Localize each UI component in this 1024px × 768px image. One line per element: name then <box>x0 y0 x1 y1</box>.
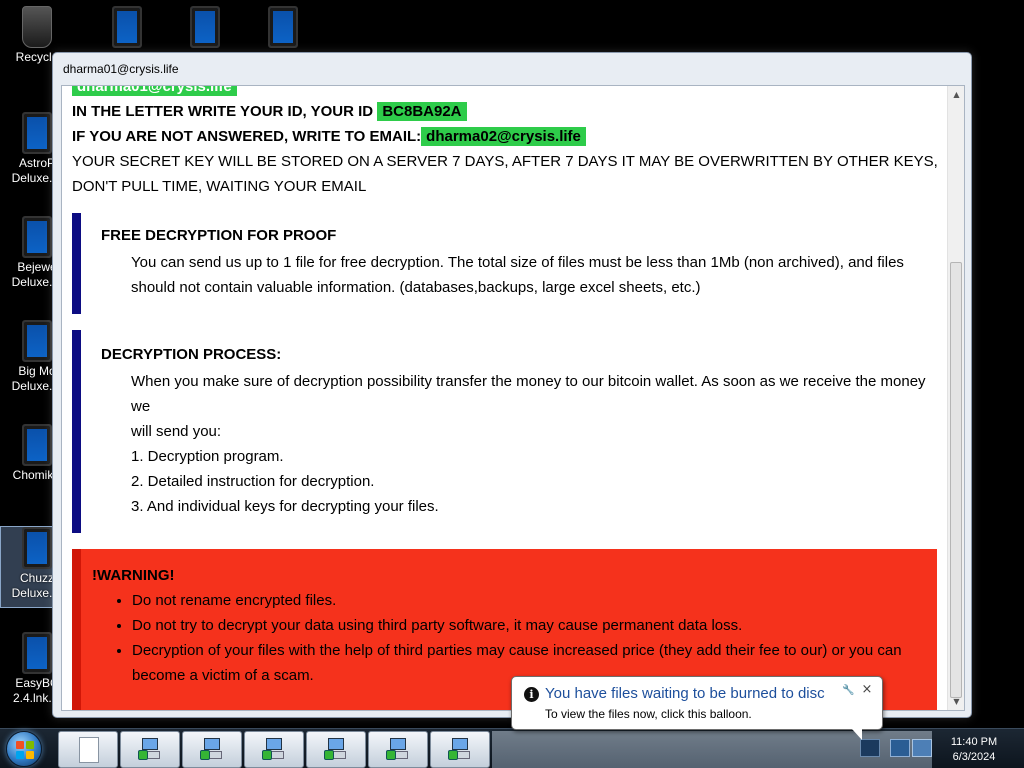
scroll-up-arrow-icon[interactable]: ▲ <box>948 86 964 103</box>
balloon-title: You have files waiting to be burned to d… <box>545 685 825 702</box>
window-titlebar[interactable]: dharma01@crysis.life <box>53 53 971 85</box>
installer-icon <box>324 738 348 762</box>
taskbar-button-notepad[interactable] <box>58 731 118 768</box>
window-title: dharma01@crysis.life <box>63 62 179 76</box>
taskbar-button-setup[interactable] <box>368 731 428 768</box>
shortcut-icon <box>22 112 52 154</box>
warning-item: Decryption of your files with the help o… <box>132 638 927 663</box>
primary-email: dharma01@crysis.life <box>72 86 237 96</box>
installer-icon <box>138 738 162 762</box>
taskbar-button-setup[interactable] <box>120 731 180 768</box>
clock-time: 11:40 PM <box>950 736 998 748</box>
warning-item: Do not rename encrypted files. <box>132 588 927 613</box>
desktop-shortcut[interactable] <box>168 6 242 50</box>
clock-date: 6/3/2024 <box>952 751 996 763</box>
scrollbar-thumb[interactable] <box>950 262 962 698</box>
balloon-text: To view the files now, click this balloo… <box>545 707 752 721</box>
balloon-tail <box>852 729 862 740</box>
recycle-bin-icon <box>22 6 52 48</box>
desktop-shortcut[interactable] <box>246 6 320 50</box>
secondary-email: dharma02@crysis.life <box>421 127 586 146</box>
system-clock[interactable]: 11:40 PM 6/3/2024 <box>938 735 1010 765</box>
shortcut-icon <box>22 320 52 362</box>
start-button[interactable] <box>6 731 42 767</box>
disc-burn-tray-icon[interactable] <box>860 739 880 757</box>
options-wrench-icon[interactable]: 🔧 <box>842 685 854 697</box>
window-content: dharma01@crysis.life IN THE LETTER WRITE… <box>61 85 965 711</box>
windows-logo-icon <box>16 741 34 759</box>
shortcut-icon <box>22 424 52 466</box>
shortcut-icon <box>22 216 52 258</box>
shortcut-icon <box>22 527 52 569</box>
key-notice-line-1: YOUR SECRET KEY WILL BE STORED ON A SERV… <box>72 153 938 170</box>
installer-icon <box>386 738 410 762</box>
process-step: 3. And individual keys for decrypting yo… <box>131 498 439 515</box>
taskbar: 11:40 PM 6/3/2024 <box>0 728 1024 768</box>
key-notice-line-2: DON'T PULL TIME, WAITING YOUR EMAIL <box>72 178 367 195</box>
taskbar-button-setup[interactable] <box>244 731 304 768</box>
warning-heading: !WARNING! <box>92 567 175 584</box>
notification-balloon[interactable]: i You have files waiting to be burned to… <box>511 676 883 740</box>
document-icon <box>79 737 99 763</box>
decryption-process-text-2: will send you: <box>131 423 222 440</box>
shortcut-icon <box>190 6 220 48</box>
desktop: Recycle AstroP Deluxe.In Bejewe Deluxe.I… <box>0 0 1024 768</box>
taskbar-button-setup[interactable] <box>430 731 490 768</box>
ransom-note-window: dharma01@crysis.life dharma01@crysis.lif… <box>52 52 972 718</box>
scroll-down-arrow-icon[interactable]: ▼ <box>948 693 964 710</box>
process-step: 1. Decryption program. <box>131 448 284 465</box>
free-decryption-text-1: You can send us up to 1 file for free de… <box>131 254 904 271</box>
ransom-note-document: dharma01@crysis.life IN THE LETTER WRITE… <box>62 86 948 710</box>
shortcut-icon <box>22 632 52 674</box>
decryption-process-text-1: When you make sure of decryption possibi… <box>131 373 926 415</box>
process-step: 2. Detailed instruction for decryption. <box>131 473 375 490</box>
free-decryption-heading: FREE DECRYPTION FOR PROOF <box>101 227 337 244</box>
id-line: IN THE LETTER WRITE YOUR ID, YOUR ID BC8… <box>72 99 948 124</box>
decryption-process-panel: DECRYPTION PROCESS: When you make sure o… <box>72 330 948 533</box>
taskbar-button-setup[interactable] <box>182 731 242 768</box>
desktop-shortcut[interactable] <box>90 6 164 50</box>
action-center-tray-icon[interactable] <box>912 739 932 757</box>
shortcut-icon <box>112 6 142 48</box>
vertical-scrollbar[interactable]: ▲ ▼ <box>947 86 964 710</box>
id-line-prefix: IN THE LETTER WRITE YOUR ID, YOUR ID <box>72 103 374 120</box>
installer-icon <box>262 738 286 762</box>
free-decryption-panel: FREE DECRYPTION FOR PROOF You can send u… <box>72 213 948 314</box>
network-tray-icon[interactable] <box>890 739 910 757</box>
warning-list: Do not rename encrypted files. Do not tr… <box>92 588 927 688</box>
info-icon: i <box>524 687 539 702</box>
free-decryption-text-2: should not contain valuable information.… <box>131 279 701 296</box>
victim-id: BC8BA92A <box>377 102 467 121</box>
decryption-process-heading: DECRYPTION PROCESS: <box>101 346 282 363</box>
close-icon[interactable]: × <box>860 683 874 697</box>
taskbar-button-setup[interactable] <box>306 731 366 768</box>
warning-item: Do not try to decrypt your data using th… <box>132 613 927 638</box>
email-line-prefix: IF YOU ARE NOT ANSWERED, WRITE TO EMAIL: <box>72 128 422 145</box>
email-line: IF YOU ARE NOT ANSWERED, WRITE TO EMAIL:… <box>72 124 948 149</box>
shortcut-icon <box>268 6 298 48</box>
installer-icon <box>448 738 472 762</box>
installer-icon <box>200 738 224 762</box>
